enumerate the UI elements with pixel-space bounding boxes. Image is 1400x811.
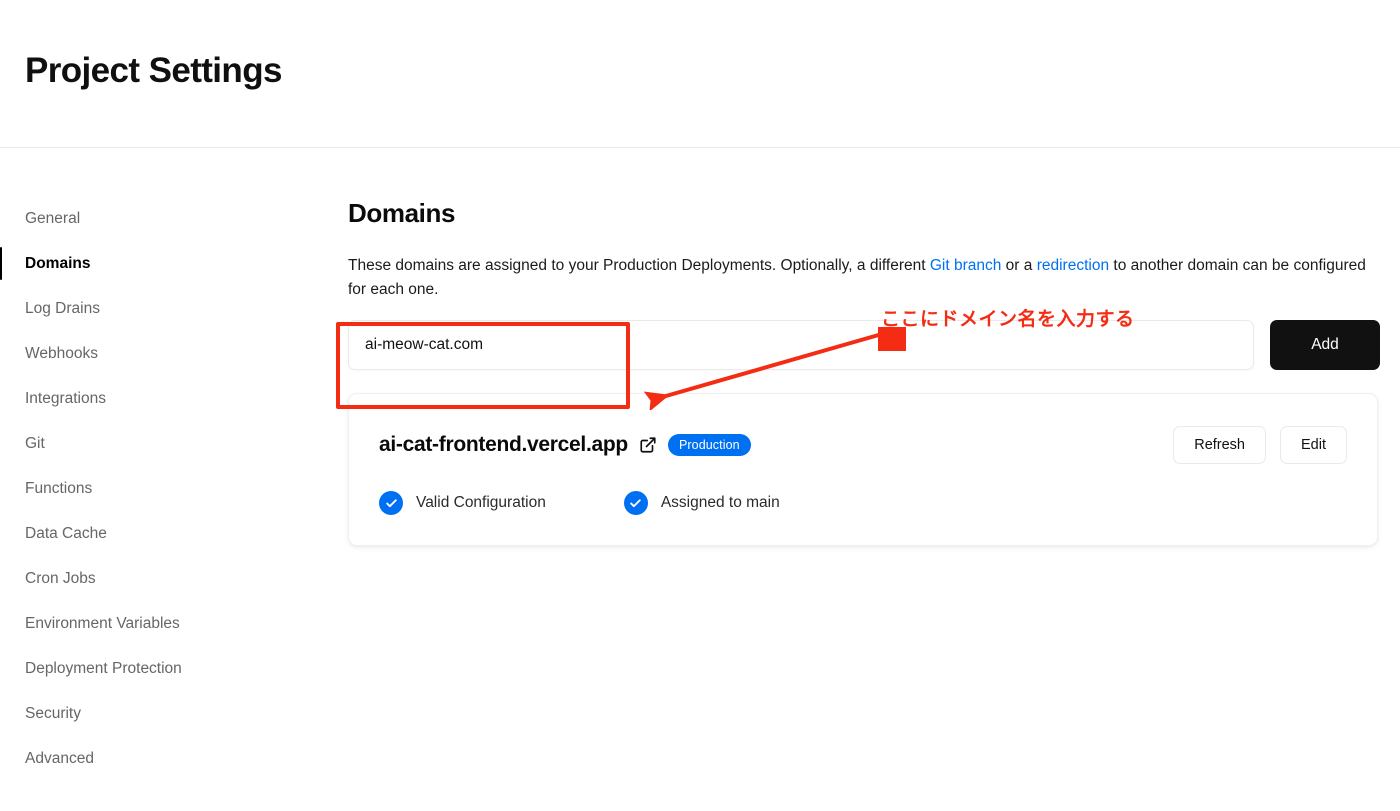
sidebar-item-environment-variables[interactable]: Environment Variables (0, 601, 300, 646)
sidebar-item-data-cache[interactable]: Data Cache (0, 511, 300, 556)
domain-input[interactable] (348, 320, 1254, 370)
sidebar-item-advanced[interactable]: Advanced (0, 736, 300, 781)
check-circle-icon (379, 491, 403, 515)
domain-status-item: Valid Configuration (379, 491, 546, 515)
sidebar-item-label: Log Drains (25, 300, 100, 318)
sidebar-active-indicator (0, 292, 2, 325)
redirection-link[interactable]: redirection (1037, 257, 1109, 274)
sidebar-active-indicator (0, 607, 2, 640)
sidebar-active-indicator (0, 382, 2, 415)
sidebar-item-label: Advanced (25, 750, 94, 768)
sidebar-item-label: Webhooks (25, 345, 98, 363)
sidebar-item-label: Domains (25, 255, 90, 273)
domain-status-label: Assigned to main (661, 494, 780, 512)
sidebar-item-label: Data Cache (25, 525, 107, 543)
sidebar-active-indicator (0, 202, 2, 235)
sidebar-item-general[interactable]: General (0, 196, 300, 241)
sidebar-active-indicator (0, 427, 2, 460)
sidebar-active-indicator (0, 247, 2, 280)
production-badge: Production (668, 434, 751, 456)
sidebar-item-label: Functions (25, 480, 92, 498)
domain-card-header: ai-cat-frontend.vercel.app Production Re… (379, 426, 1347, 464)
check-circle-icon (624, 491, 648, 515)
sidebar-active-indicator (0, 517, 2, 550)
main-content: Domains These domains are assigned to yo… (348, 196, 1380, 546)
sidebar-active-indicator (0, 472, 2, 505)
project-settings-page: Project Settings General Domains Log Drain… (0, 0, 1400, 811)
section-title: Domains (348, 196, 1380, 230)
section-description: These domains are assigned to your Produ… (348, 254, 1378, 302)
sidebar-item-log-drains[interactable]: Log Drains (0, 286, 300, 331)
page-header: Project Settings (0, 0, 1400, 148)
sidebar-item-webhooks[interactable]: Webhooks (0, 331, 300, 376)
sidebar-item-label: General (25, 210, 80, 228)
sidebar-item-cron-jobs[interactable]: Cron Jobs (0, 556, 300, 601)
add-domain-row: Add (348, 320, 1380, 370)
sidebar-item-deployment-protection[interactable]: Deployment Protection (0, 646, 300, 691)
sidebar-item-domains[interactable]: Domains (0, 241, 300, 286)
sidebar-item-security[interactable]: Security (0, 691, 300, 736)
external-link-icon[interactable] (639, 436, 657, 454)
sidebar-item-git[interactable]: Git (0, 421, 300, 466)
sidebar-item-label: Git (25, 435, 45, 453)
domain-name: ai-cat-frontend.vercel.app (379, 433, 628, 457)
sidebar-item-label: Deployment Protection (25, 660, 182, 678)
sidebar-item-label: Integrations (25, 390, 106, 408)
add-domain-button[interactable]: Add (1270, 320, 1380, 370)
domain-status-row: Valid Configuration Assigned to main (379, 491, 1347, 515)
sidebar-active-indicator (0, 652, 2, 685)
sidebar-active-indicator (0, 742, 2, 775)
edit-button[interactable]: Edit (1280, 426, 1347, 464)
sidebar-active-indicator (0, 337, 2, 370)
sidebar-item-label: Environment Variables (25, 615, 180, 633)
domain-card: ai-cat-frontend.vercel.app Production Re… (348, 393, 1378, 546)
page-title: Project Settings (25, 48, 282, 94)
sidebar-item-label: Security (25, 705, 81, 723)
settings-sidebar: General Domains Log Drains Webhooks Integrat… (0, 196, 300, 781)
sidebar-active-indicator (0, 562, 2, 595)
description-part-1: These domains are assigned to your Produ… (348, 257, 930, 274)
sidebar-item-integrations[interactable]: Integrations (0, 376, 300, 421)
domain-status-label: Valid Configuration (416, 494, 546, 512)
description-part-2: or a (1001, 257, 1036, 274)
sidebar-active-indicator (0, 697, 2, 730)
sidebar-item-functions[interactable]: Functions (0, 466, 300, 511)
git-branch-link[interactable]: Git branch (930, 257, 1002, 274)
domain-identity: ai-cat-frontend.vercel.app Production (379, 433, 751, 457)
sidebar-item-label: Cron Jobs (25, 570, 96, 588)
refresh-button[interactable]: Refresh (1173, 426, 1266, 464)
domain-status-item: Assigned to main (624, 491, 780, 515)
domain-card-actions: Refresh Edit (1173, 426, 1347, 464)
